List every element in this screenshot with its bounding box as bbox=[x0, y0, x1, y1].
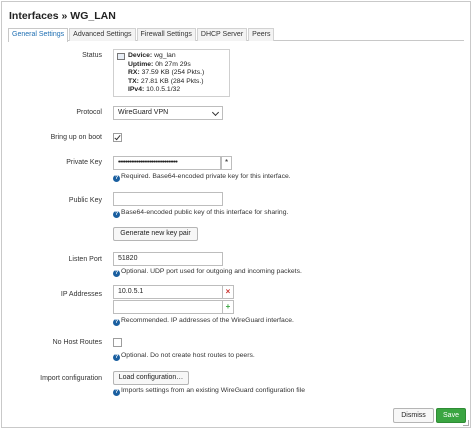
uptime-key: Uptime: bbox=[128, 60, 154, 68]
status-label: Status bbox=[82, 52, 102, 59]
device-key: Device: bbox=[128, 52, 153, 59]
status-box: Device: wg_lan Uptime: 0h 27m 29s RX: 37… bbox=[113, 49, 230, 97]
tab-bar: General Settings Advanced Settings Firew… bbox=[8, 28, 464, 42]
import-config-hint-text: Imports settings from an existing WireGu… bbox=[121, 387, 305, 394]
ip-addresses-hint-text: Recommended. IP addresses of the WireGua… bbox=[121, 317, 294, 324]
help-icon: ? bbox=[113, 354, 120, 361]
generate-key-pair-button[interactable]: Generate new key pair bbox=[113, 227, 198, 241]
ipv4-value: 10.0.5.1/32 bbox=[146, 86, 181, 94]
tab-general-settings[interactable]: General Settings bbox=[8, 28, 69, 42]
private-key-input[interactable]: •••••••••••••••••••••••••••••••• bbox=[113, 156, 221, 170]
ip-address-input-1[interactable]: 10.0.5.1 bbox=[113, 285, 223, 299]
ip-addresses-label: IP Addresses bbox=[60, 291, 102, 298]
chevron-down-icon bbox=[211, 108, 220, 117]
dismiss-button[interactable]: Dismiss bbox=[393, 408, 434, 423]
dialog-title: Interfaces » WG_LAN bbox=[9, 10, 116, 22]
protocol-label: Protocol bbox=[76, 109, 102, 116]
no-host-routes-checkbox[interactable] bbox=[113, 338, 122, 347]
tab-dhcp-server[interactable]: DHCP Server bbox=[196, 28, 248, 41]
no-host-routes-hint: ? Optional. Do not create host routes to … bbox=[113, 352, 255, 361]
public-key-hint: ? Base64-encoded public key of this inter… bbox=[113, 209, 288, 218]
rx-value: 37.59 KB (254 Pkts.) bbox=[141, 69, 205, 77]
tab-firewall-settings[interactable]: Firewall Settings bbox=[136, 28, 196, 41]
device-value: wg_lan bbox=[154, 52, 176, 59]
help-icon: ? bbox=[113, 175, 120, 182]
ip-addresses-hint: ? Recommended. IP addresses of the WireGu… bbox=[113, 317, 294, 326]
private-key-hint: ? Required. Base64-encoded private key fo… bbox=[113, 173, 291, 182]
no-host-routes-hint-text: Optional. Do not create host routes to p… bbox=[121, 352, 255, 359]
uptime-value: 0h 27m 29s bbox=[155, 60, 191, 68]
tx-value: 27.81 KB (284 Pkts.) bbox=[140, 77, 204, 85]
public-key-label: Public Key bbox=[68, 197, 102, 204]
help-icon: ? bbox=[113, 389, 120, 396]
listen-port-label: Listen Port bbox=[68, 256, 102, 263]
tab-peers[interactable]: Peers bbox=[248, 28, 275, 41]
protocol-value: WireGuard VPN bbox=[118, 109, 169, 116]
ip-address-input-2[interactable] bbox=[113, 300, 223, 314]
help-icon: ? bbox=[113, 211, 120, 218]
resize-grip[interactable] bbox=[463, 420, 469, 426]
tx-key: TX: bbox=[128, 77, 139, 85]
listen-port-hint: ? Optional. UDP port used for outgoing an… bbox=[113, 268, 302, 277]
checkmark-icon bbox=[114, 133, 121, 141]
public-key-input[interactable] bbox=[113, 192, 223, 206]
private-key-hint-text: Required. Base64-encoded private key for… bbox=[121, 173, 291, 180]
load-configuration-button[interactable]: Load configuration… bbox=[113, 371, 189, 385]
ipv4-key: IPv4: bbox=[128, 86, 145, 94]
import-config-hint: ? Imports settings from an existing WireG… bbox=[113, 387, 305, 396]
bring-up-checkbox[interactable] bbox=[113, 133, 122, 142]
listen-port-input[interactable]: 51820 bbox=[113, 252, 223, 266]
reveal-password-button[interactable]: * bbox=[221, 156, 232, 170]
public-key-hint-text: Base64-encoded public key of this interf… bbox=[121, 209, 289, 216]
save-button[interactable]: Save bbox=[436, 408, 466, 423]
import-config-label: Import configuration bbox=[40, 375, 102, 382]
add-ip-button[interactable]: + bbox=[223, 300, 234, 314]
tab-advanced-settings[interactable]: Advanced Settings bbox=[69, 28, 136, 41]
private-key-label: Private Key bbox=[66, 159, 102, 166]
help-icon: ? bbox=[113, 270, 120, 277]
remove-ip-button[interactable]: × bbox=[223, 285, 234, 299]
help-icon: ? bbox=[113, 319, 120, 326]
network-device-icon bbox=[117, 53, 125, 60]
listen-port-hint-text: Optional. UDP port used for outgoing and… bbox=[121, 268, 302, 275]
protocol-select[interactable]: WireGuard VPN bbox=[113, 106, 223, 120]
no-host-routes-label: No Host Routes bbox=[52, 339, 102, 346]
rx-key: RX: bbox=[128, 69, 140, 77]
bring-up-label: Bring up on boot bbox=[50, 134, 102, 141]
interface-dialog: Interfaces » WG_LAN General Settings Adv… bbox=[1, 1, 471, 428]
